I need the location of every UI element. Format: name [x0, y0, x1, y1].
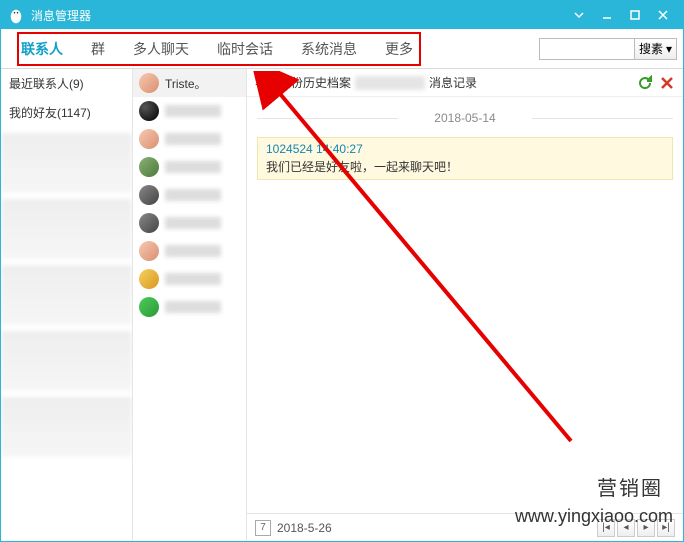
- app-penguin-icon: [7, 6, 25, 24]
- blurred-name: [165, 189, 221, 201]
- dropdown-button[interactable]: [565, 1, 593, 29]
- contact-item[interactable]: [133, 237, 246, 265]
- avatar: [139, 297, 159, 317]
- chat-header-prefix: 与第二份历史档案: [255, 74, 351, 91]
- date-divider: 2018-05-14: [257, 111, 673, 125]
- menu-bar: 联系人群多人聊天临时会话系统消息更多 搜素 ▾: [1, 29, 683, 69]
- window-title: 消息管理器: [31, 7, 565, 24]
- blurred-name: [165, 217, 221, 229]
- avatar: [139, 269, 159, 289]
- blurred-content: [1, 397, 132, 457]
- avatar: [139, 185, 159, 205]
- tab-0[interactable]: 联系人: [7, 29, 77, 68]
- close-button[interactable]: [649, 1, 677, 29]
- tab-2[interactable]: 多人聊天: [119, 29, 203, 68]
- contact-item[interactable]: [133, 181, 246, 209]
- blurred-name: [355, 76, 425, 90]
- group-sidebar: 最近联系人(9) 我的好友(1147): [1, 69, 133, 541]
- minimize-button[interactable]: [593, 1, 621, 29]
- avatar: [139, 213, 159, 233]
- maximize-button[interactable]: [621, 1, 649, 29]
- contact-item[interactable]: [133, 125, 246, 153]
- blurred-content: [1, 265, 132, 325]
- blurred-name: [165, 161, 221, 173]
- delete-icon[interactable]: [659, 75, 675, 91]
- search-button[interactable]: 搜素 ▾: [635, 38, 677, 60]
- group-my-friends[interactable]: 我的好友(1147): [1, 98, 132, 127]
- avatar: [139, 73, 159, 93]
- chevron-down-icon: ▾: [666, 42, 672, 56]
- chat-log: 2018-05-14 1024524 14:40:27 我们已经是好友啦，一起来…: [247, 97, 683, 513]
- system-message: 1024524 14:40:27 我们已经是好友啦，一起来聊天吧！: [257, 137, 673, 180]
- avatar: [139, 157, 159, 177]
- watermark-url: www.yingxiaoo.com: [515, 506, 673, 527]
- contact-item[interactable]: [133, 293, 246, 321]
- blurred-name: [165, 105, 221, 117]
- contact-item[interactable]: [133, 153, 246, 181]
- group-recent-contacts[interactable]: 最近联系人(9): [1, 69, 132, 98]
- calendar-icon[interactable]: 7: [255, 520, 271, 536]
- tab-4[interactable]: 系统消息: [287, 29, 371, 68]
- blurred-name: [165, 273, 221, 285]
- blurred-name: [165, 301, 221, 313]
- chat-panel: 与第二份历史档案 消息记录 2018-05-14 1024524 14:40:2…: [247, 69, 683, 541]
- chat-header: 与第二份历史档案 消息记录: [247, 69, 683, 97]
- avatar: [139, 241, 159, 261]
- blurred-content: [1, 133, 132, 193]
- chat-header-suffix: 消息记录: [429, 74, 477, 91]
- blurred-name: [165, 245, 221, 257]
- message-meta: 1024524 14:40:27: [266, 142, 664, 156]
- message-text: 我们已经是好友啦，一起来聊天吧！: [266, 158, 664, 175]
- contact-item[interactable]: [133, 97, 246, 125]
- footer-date: 2018-5-26: [277, 521, 332, 535]
- watermark-text: 营销圈: [597, 472, 663, 501]
- tab-3[interactable]: 临时会话: [203, 29, 287, 68]
- contact-item[interactable]: [133, 209, 246, 237]
- contact-item[interactable]: [133, 265, 246, 293]
- title-bar: 消息管理器: [1, 1, 683, 29]
- tab-5[interactable]: 更多: [371, 29, 427, 68]
- blurred-content: [1, 331, 132, 391]
- blurred-content: [1, 199, 132, 259]
- search-input[interactable]: [539, 38, 635, 60]
- blurred-name: [165, 133, 221, 145]
- search-button-label: 搜素: [639, 40, 663, 57]
- avatar: [139, 101, 159, 121]
- tab-1[interactable]: 群: [77, 29, 119, 68]
- refresh-icon[interactable]: [637, 75, 653, 91]
- contact-item[interactable]: Triste。: [133, 69, 246, 97]
- avatar: [139, 129, 159, 149]
- contact-name: Triste。: [165, 75, 207, 92]
- contact-sidebar: Triste。: [133, 69, 247, 541]
